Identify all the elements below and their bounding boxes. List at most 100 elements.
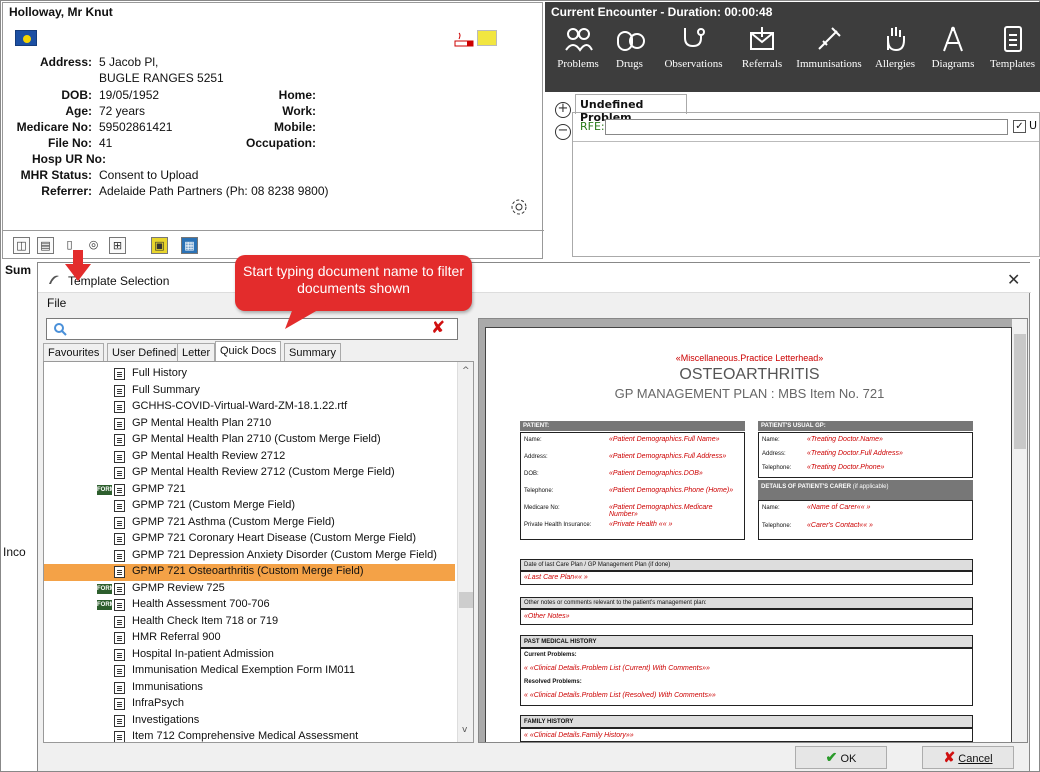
- immunisations-button[interactable]: Immunisations: [792, 24, 866, 70]
- file-menu[interactable]: File: [47, 296, 66, 310]
- age-value: 72 years: [99, 104, 146, 118]
- preview-scrollbar[interactable]: [1012, 319, 1027, 742]
- drugs-label: Drugs: [616, 58, 643, 70]
- carer-heading: DETAILS OF PATIENT'S CARER: [761, 484, 852, 490]
- toolbar-icon-7[interactable]: ▦: [181, 237, 198, 254]
- list-item[interactable]: Hospital In-patient Admission: [44, 647, 455, 664]
- list-item[interactable]: GPMP 721 Osteoarthritis (Custom Merge Fi…: [44, 564, 455, 581]
- tab-letter[interactable]: Letter: [177, 343, 216, 363]
- patient-section-header: PATIENT:: [520, 421, 745, 431]
- list-item[interactable]: FORM GPMP Review 725: [44, 581, 455, 598]
- age-label: Age:: [65, 104, 92, 118]
- list-item[interactable]: Investigations: [44, 713, 455, 730]
- list-item[interactable]: GPMP 721 Coronary Heart Disease (Custom …: [44, 531, 455, 548]
- list-item-label: GPMP 721: [132, 482, 186, 495]
- document-icon: [114, 368, 125, 380]
- referrals-button[interactable]: Referrals: [733, 24, 791, 70]
- document-icon: [114, 599, 125, 611]
- preview-merge-field: «Treating Doctor.Full Address»: [807, 450, 903, 457]
- preview-field-label: Telephone:: [762, 465, 792, 471]
- cancel-button[interactable]: ✘ Cancel: [922, 746, 1014, 769]
- dob-label: DOB:: [61, 88, 92, 102]
- list-item[interactable]: InfraPsych: [44, 696, 455, 713]
- tab-summary[interactable]: Summary: [284, 343, 342, 363]
- tab-user-defined[interactable]: User Defined: [107, 343, 182, 363]
- list-item[interactable]: Item 712 Comprehensive Medical Assessmen…: [44, 729, 455, 742]
- diagrams-button[interactable]: Diagrams: [924, 24, 982, 70]
- tab-quick-docs[interactable]: Quick Docs: [215, 341, 282, 363]
- preview-page: «Miscellaneous.Practice Letterhead» OSTE…: [485, 327, 1012, 742]
- notes-header: Other notes or comments relevant to the …: [520, 597, 973, 609]
- preview-field-label: Address:: [524, 454, 548, 460]
- gp-section: Name: «Treating Doctor.Name» Address: «Trea…: [758, 432, 973, 478]
- toolbar-icon-6[interactable]: ▣: [151, 237, 168, 254]
- ok-button[interactable]: ✔ OK: [795, 746, 887, 769]
- list-item[interactable]: GP Mental Health Review 2712: [44, 449, 455, 466]
- problems-button[interactable]: Problems: [550, 24, 606, 70]
- preview-field-label: Private Health Insurance:: [524, 522, 592, 528]
- list-item-label: GP Mental Health Plan 2710: [132, 416, 272, 429]
- allergies-button[interactable]: Allergies: [869, 24, 921, 70]
- toolbar-icon-5[interactable]: ⊞: [109, 237, 126, 254]
- list-item[interactable]: Full History: [44, 366, 455, 383]
- encounter-toolbar: Current Encounter - Duration: 00:00:48 P…: [545, 2, 1040, 92]
- template-list: Full History Full Summary GCHHS-COVID-Virt…: [43, 361, 474, 743]
- list-item[interactable]: GPMP 721 Asthma (Custom Merge Field): [44, 515, 455, 532]
- gear-icon[interactable]: [510, 198, 528, 216]
- document-icon: [114, 731, 125, 742]
- list-item[interactable]: GPMP 721 Depression Anxiety Disorder (Cu…: [44, 548, 455, 565]
- add-problem-button[interactable]: +: [555, 102, 571, 118]
- remove-problem-button[interactable]: −: [555, 124, 571, 140]
- template-selection-dialog: Template Selection ✕ File ✘ Favourites U…: [37, 262, 1031, 772]
- list-item[interactable]: Health Check Item 718 or 719: [44, 614, 455, 631]
- list-item-label: GPMP 721 (Custom Merge Field): [132, 499, 296, 511]
- preview-merge-field: «Patient Demographics.Phone (Home)»: [609, 487, 734, 494]
- scroll-thumb[interactable]: [459, 592, 473, 608]
- medicare-value: 59502861421: [99, 120, 173, 134]
- rfe-input[interactable]: [605, 119, 1008, 135]
- toolbar-icon-2[interactable]: ▤: [37, 237, 54, 254]
- list-item-label: Full History: [132, 367, 188, 379]
- close-icon[interactable]: ✕: [1007, 270, 1020, 289]
- list-item[interactable]: Immunisations: [44, 680, 455, 697]
- list-item[interactable]: GCHHS-COVID-Virtual-Ward-ZM-18.1.22.rtf: [44, 399, 455, 416]
- hand-icon: [887, 27, 905, 52]
- preview-merge-field: «Name of Carer«« »: [807, 504, 871, 511]
- templates-label: Templates: [989, 58, 1036, 70]
- form-badge-icon: FORM: [97, 583, 115, 594]
- observations-button[interactable]: Observations: [655, 24, 732, 70]
- list-item[interactable]: GPMP 721 (Custom Merge Field): [44, 498, 455, 515]
- scroll-down-icon[interactable]: v: [462, 725, 467, 735]
- list-item[interactable]: GP Mental Health Review 2712 (Custom Mer…: [44, 465, 455, 482]
- list-item[interactable]: FORM GPMP 721: [44, 482, 455, 499]
- last-plan-value: «Last Care Plan«« »: [524, 574, 588, 581]
- mobile-phone-label: Mobile:: [274, 120, 316, 134]
- list-item[interactable]: HMR Referral 900: [44, 630, 455, 647]
- smoking-icon[interactable]: [453, 32, 475, 48]
- drugs-button[interactable]: Drugs: [607, 24, 652, 70]
- document-icon: [114, 450, 125, 463]
- scroll-up-icon[interactable]: ^: [462, 366, 470, 376]
- preview-merge-field: «Patient Demographics.Full Name»: [609, 436, 720, 443]
- tab-undefined-problem[interactable]: Undefined Problem: [575, 94, 687, 124]
- template-search-input[interactable]: ✘: [46, 318, 458, 340]
- clear-search-icon[interactable]: ✘: [431, 318, 445, 338]
- list-item-label: GPMP 721 Asthma (Custom Merge Field): [132, 515, 335, 528]
- list-item[interactable]: Full Summary: [44, 383, 455, 400]
- tab-favourites[interactable]: Favourites: [43, 343, 105, 363]
- toolbar-icon-1[interactable]: ◫: [13, 237, 30, 254]
- list-item[interactable]: FORM Health Assessment 700-706: [44, 597, 455, 614]
- templates-button[interactable]: Templates: [985, 24, 1040, 70]
- list-item-label: GPMP 721 Depression Anxiety Disorder (Cu…: [132, 548, 437, 561]
- list-scrollbar[interactable]: ^ v: [457, 362, 473, 742]
- allergies-label: Allergies: [874, 58, 916, 70]
- inco-label: Inco: [3, 545, 26, 559]
- preview-field-label: Name:: [762, 505, 780, 511]
- list-item[interactable]: GP Mental Health Plan 2710 (Custom Merge…: [44, 432, 455, 449]
- rfe-checkbox[interactable]: ✓: [1013, 120, 1026, 133]
- list-item-label: Investigations: [132, 713, 200, 726]
- list-item-label: InfraPsych: [132, 697, 184, 709]
- list-item[interactable]: GP Mental Health Plan 2710: [44, 416, 455, 433]
- id-card-icon[interactable]: [477, 30, 497, 46]
- list-item[interactable]: Immunisation Medical Exemption Form IM01…: [44, 663, 455, 680]
